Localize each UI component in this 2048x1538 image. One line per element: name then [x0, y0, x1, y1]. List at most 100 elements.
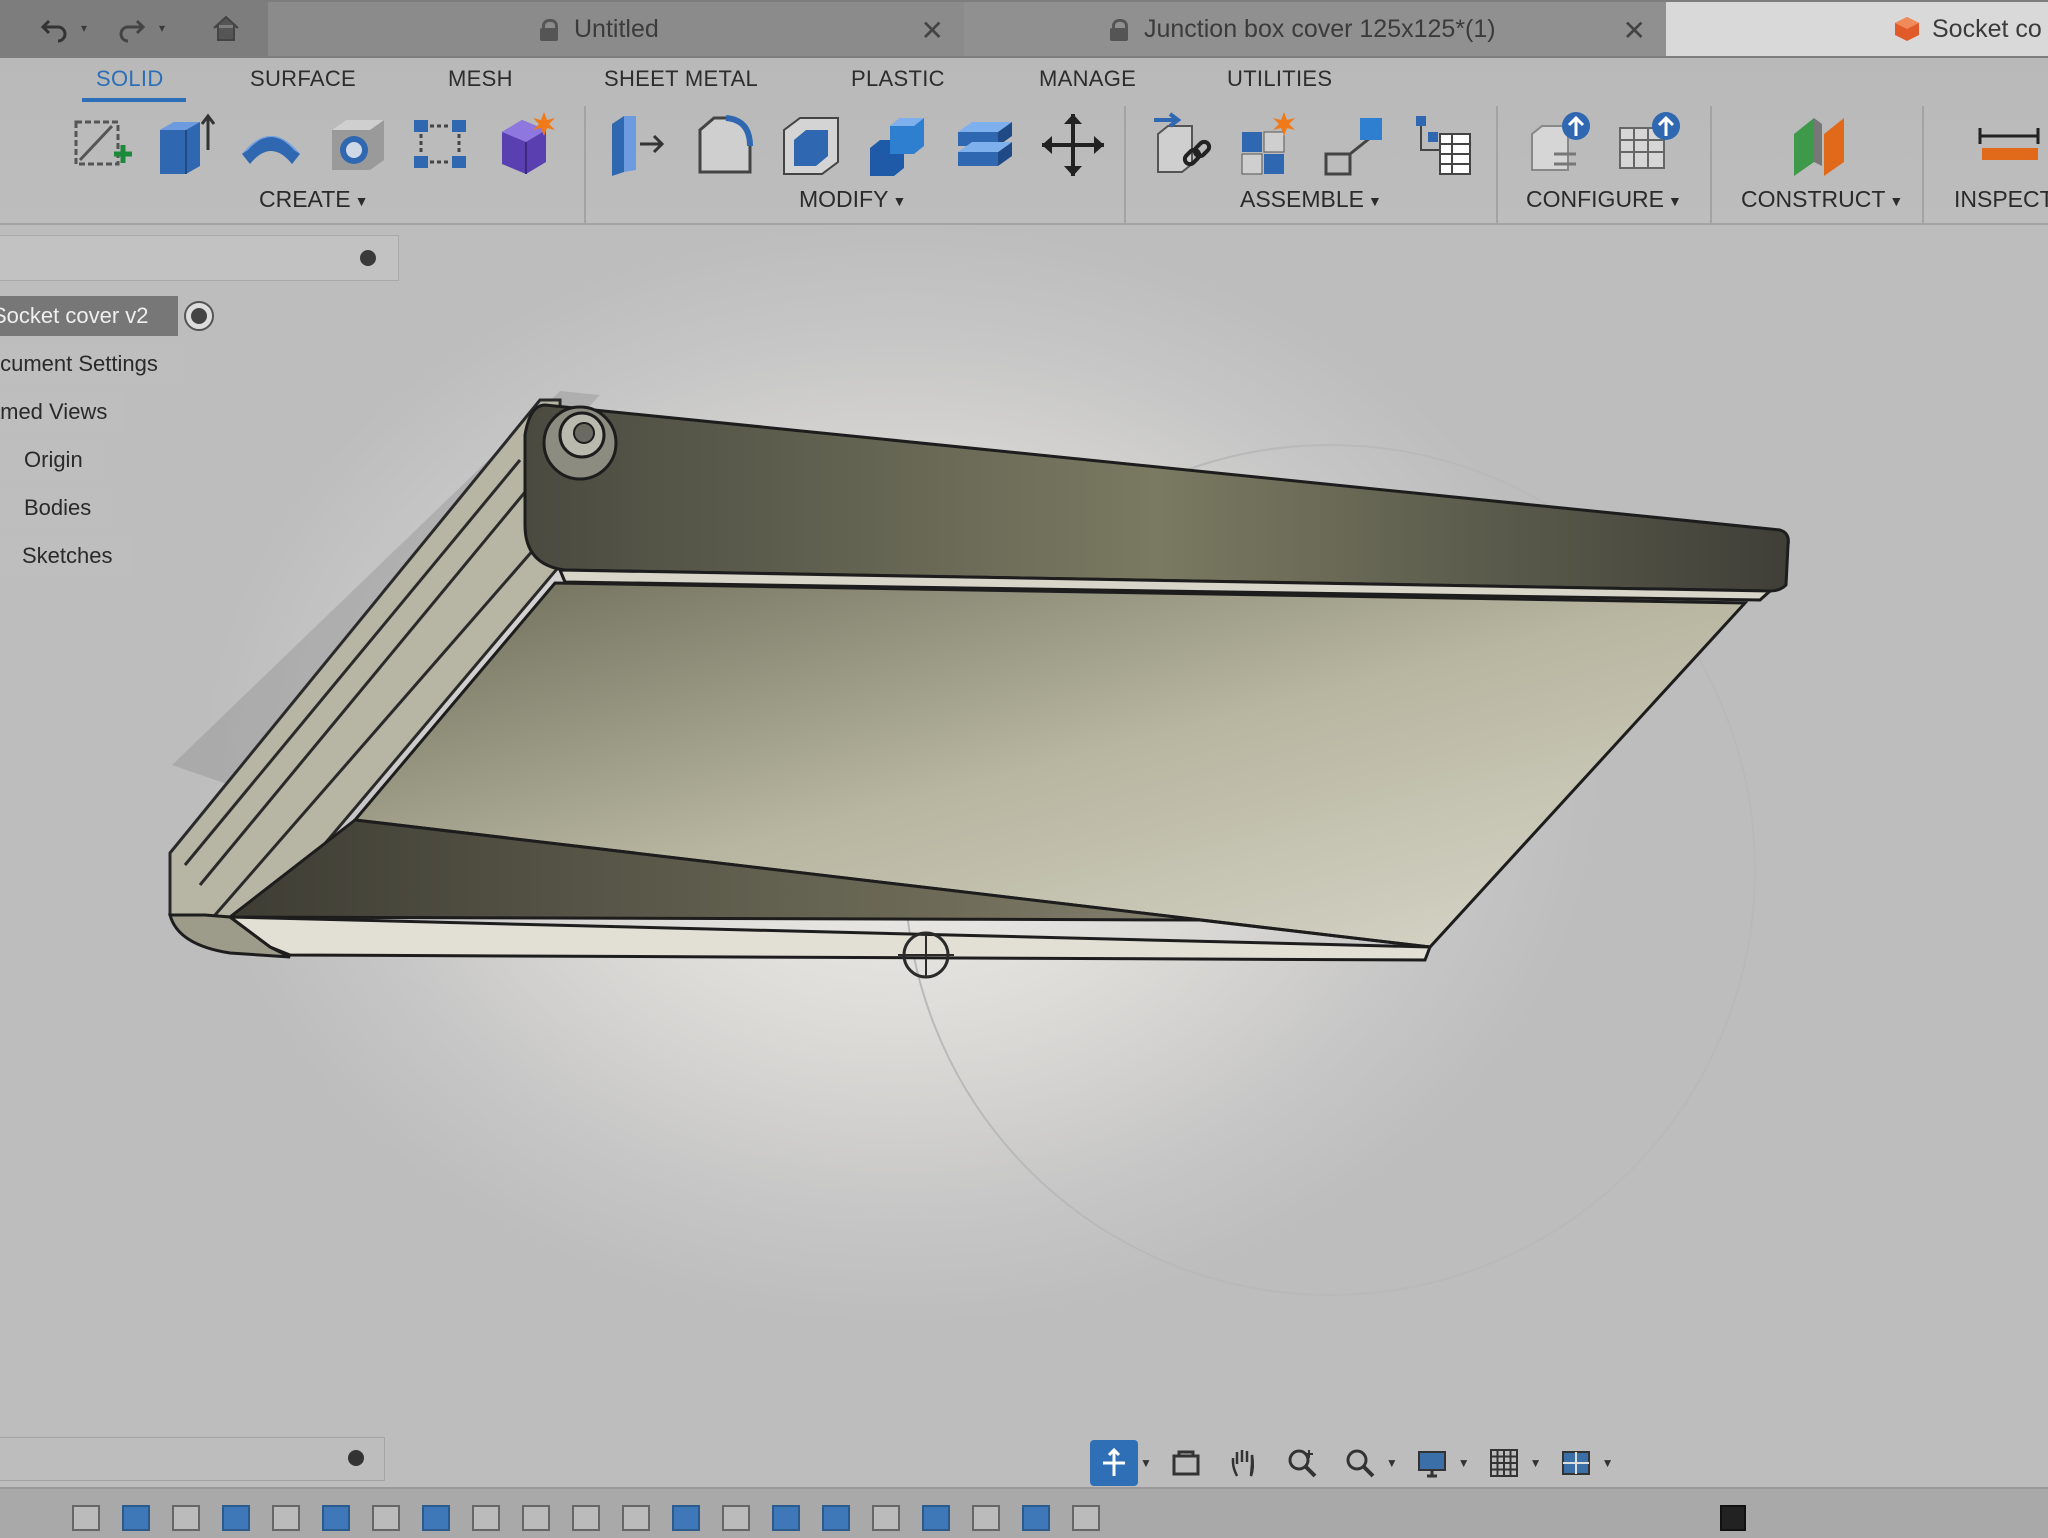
browser-item-document-settings[interactable]: Document Settings [0, 344, 184, 384]
timeline-extrude-icon[interactable] [1022, 1505, 1050, 1531]
measure-icon[interactable] [1976, 110, 2042, 180]
document-tab-junction-box-cover[interactable]: Junction box cover 125x125*(1) ✕ [964, 2, 1666, 56]
rectangular-pattern-icon[interactable] [408, 110, 474, 180]
browser-root-item[interactable]: Socket cover v2 [0, 296, 178, 336]
construct-plane-icon[interactable] [1788, 110, 1854, 180]
timeline-extrude-icon[interactable] [922, 1505, 950, 1531]
timeline-hole-icon[interactable] [472, 1505, 500, 1531]
timeline-fillet-icon[interactable] [422, 1505, 450, 1531]
tab-manage[interactable]: MANAGE [1039, 66, 1136, 92]
close-tab-icon[interactable]: ✕ [921, 14, 944, 47]
chevron-down-icon: ▼ [354, 192, 369, 209]
viewports-dropdown-icon[interactable]: ▼ [1602, 1456, 1614, 1470]
combine-icon[interactable] [864, 110, 930, 180]
new-component-assemble-icon[interactable] [1234, 110, 1300, 180]
revolve-icon[interactable] [238, 110, 304, 180]
browser-item-label: Sketches [22, 543, 113, 568]
bill-of-materials-icon[interactable] [1410, 110, 1476, 180]
create-sketch-icon[interactable] [68, 110, 134, 180]
browser-item-named-views[interactable]: Named Views [0, 392, 126, 432]
pan-icon[interactable] [1220, 1440, 1268, 1486]
undo-dropdown-icon[interactable]: ▾ [76, 10, 92, 46]
home-icon[interactable] [206, 10, 246, 46]
as-built-joint-icon[interactable] [1320, 110, 1386, 180]
grid-dropdown-icon[interactable]: ▼ [1530, 1456, 1542, 1470]
zoom-icon[interactable] [1278, 1440, 1326, 1486]
configure-upload-icon[interactable] [1528, 110, 1594, 180]
orbit-icon[interactable] [1090, 1440, 1138, 1486]
viewports-icon[interactable] [1552, 1440, 1600, 1486]
canvas-viewport[interactable]: Socket cover v2 Document Settings Named … [0, 225, 2048, 1538]
timeline-sketch-icon[interactable] [622, 1505, 650, 1531]
comments-panel-bar[interactable] [0, 1437, 385, 1481]
chevron-down-icon: ▼ [1889, 192, 1904, 209]
timeline-sketch-icon[interactable] [1072, 1505, 1100, 1531]
timeline-sketch-icon[interactable] [172, 1505, 200, 1531]
model-render[interactable] [0, 225, 2048, 1536]
browser-pin-icon[interactable] [360, 250, 376, 266]
timeline-sketch-icon[interactable] [372, 1505, 400, 1531]
timeline-extrude-icon[interactable] [122, 1505, 150, 1531]
browser-item-label: Bodies [24, 495, 92, 520]
close-tab-icon[interactable]: ✕ [1623, 14, 1646, 47]
timeline-sketch-icon[interactable] [722, 1505, 750, 1531]
tab-utilities[interactable]: UTILITIES [1227, 66, 1332, 92]
shell-icon[interactable] [778, 110, 844, 180]
timeline-marker-icon[interactable] [1720, 1505, 1746, 1531]
group-separator [584, 106, 586, 224]
grid-icon[interactable] [1480, 1440, 1528, 1486]
timeline-extrude-icon[interactable] [322, 1505, 350, 1531]
timeline-hole-icon[interactable] [572, 1505, 600, 1531]
hole-icon[interactable] [324, 110, 390, 180]
inspect-menu[interactable]: INSPECT [1954, 186, 2048, 213]
orbit-dropdown-icon[interactable]: ▼ [1140, 1456, 1152, 1470]
browser-root-label: Socket cover v2 [0, 303, 149, 328]
extrude-icon[interactable] [152, 110, 218, 180]
modify-menu[interactable]: MODIFY ▼ [799, 186, 906, 213]
tab-solid[interactable]: SOLID [96, 66, 164, 92]
tab-mesh[interactable]: MESH [448, 66, 513, 92]
document-tab-socket-cover[interactable]: Socket co [1666, 2, 2048, 56]
timeline-extrude-icon[interactable] [772, 1505, 800, 1531]
timeline-sketch-icon[interactable] [272, 1505, 300, 1531]
timeline-extrude-icon[interactable] [672, 1505, 700, 1531]
display-settings-icon[interactable] [1408, 1440, 1456, 1486]
tab-plastic[interactable]: PLASTIC [851, 66, 945, 92]
timeline-combine-icon[interactable] [822, 1505, 850, 1531]
tab-title: Untitled [574, 14, 659, 43]
browser-item-sketches[interactable]: Sketches [0, 536, 132, 576]
joint-icon[interactable] [1148, 110, 1214, 180]
new-component-icon[interactable] [494, 110, 560, 180]
redo-dropdown-icon[interactable]: ▾ [154, 10, 170, 46]
offset-face-icon[interactable] [952, 110, 1018, 180]
browser-header[interactable] [0, 235, 399, 281]
configure-menu[interactable]: CONFIGURE ▼ [1526, 186, 1682, 213]
create-menu[interactable]: CREATE ▼ [259, 186, 368, 213]
document-tab-untitled[interactable]: Untitled ✕ [268, 2, 964, 56]
browser-item-origin[interactable]: Origin [0, 440, 104, 480]
timeline-hole-icon[interactable] [522, 1505, 550, 1531]
redo-icon[interactable] [112, 10, 152, 46]
timeline-sketch-icon[interactable] [972, 1505, 1000, 1531]
fillet-icon[interactable] [692, 110, 758, 180]
assemble-menu[interactable]: ASSEMBLE ▼ [1240, 186, 1382, 213]
zoom-dropdown-icon[interactable]: ▼ [1386, 1456, 1398, 1470]
configure-table-icon[interactable] [1616, 110, 1682, 180]
undo-icon[interactable] [34, 10, 74, 46]
display-dropdown-icon[interactable]: ▼ [1458, 1456, 1470, 1470]
model-top-rail [523, 403, 1790, 593]
active-component-radio-icon[interactable] [184, 301, 214, 331]
fit-icon[interactable] [1336, 1440, 1384, 1486]
browser-item-bodies[interactable]: Bodies [0, 488, 112, 528]
comments-add-icon[interactable] [348, 1450, 364, 1466]
tab-surface[interactable]: SURFACE [250, 66, 356, 92]
timeline-sketch-icon[interactable] [72, 1505, 100, 1531]
look-at-icon[interactable] [1162, 1440, 1210, 1486]
modify-menu-label: MODIFY [799, 186, 889, 212]
construct-menu[interactable]: CONSTRUCT ▼ [1741, 186, 1903, 213]
timeline-sketch-icon[interactable] [872, 1505, 900, 1531]
timeline-extrude-icon[interactable] [222, 1505, 250, 1531]
tab-sheet-metal[interactable]: SHEET METAL [604, 66, 758, 92]
move-icon[interactable] [1040, 110, 1106, 180]
press-pull-icon[interactable] [604, 110, 670, 180]
